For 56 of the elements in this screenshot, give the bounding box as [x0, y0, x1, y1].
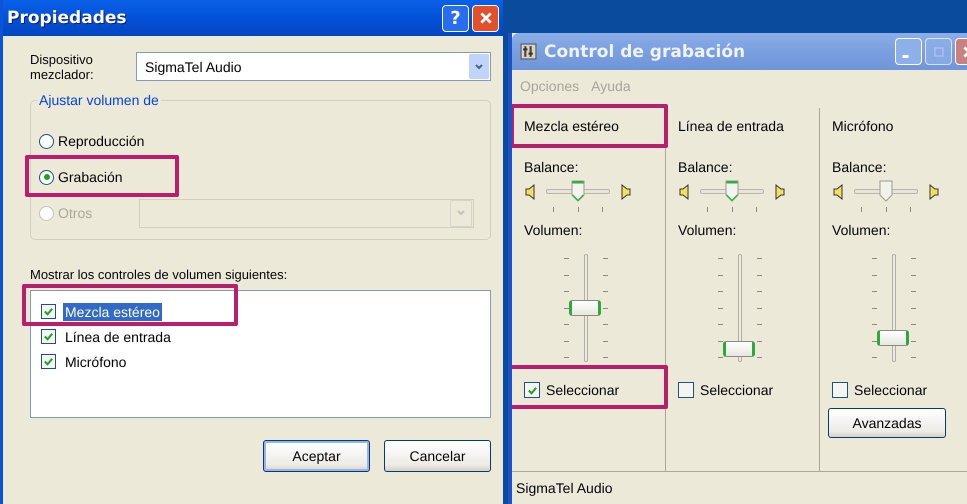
balance-slider[interactable]: [546, 180, 610, 214]
checkbox[interactable]: [41, 354, 56, 369]
column-header: Micrófono: [832, 118, 894, 134]
checkbox[interactable]: [41, 304, 56, 319]
checkbox[interactable]: [832, 382, 848, 398]
balance-slider[interactable]: [854, 180, 918, 214]
slider-thumb[interactable]: [725, 180, 739, 202]
window-title: Propiedades: [7, 8, 128, 28]
column-header: Línea de entrada: [678, 118, 784, 134]
mixer-icon: [520, 43, 537, 60]
slider-thumb[interactable]: [723, 341, 755, 358]
checkbox-label: Seleccionar: [700, 382, 774, 398]
dialog-button[interactable]: Aceptar: [263, 440, 370, 472]
slider-thumb[interactable]: [571, 180, 585, 202]
volume-slider[interactable]: [718, 254, 762, 362]
status-text: SigmaTel Audio: [516, 480, 613, 496]
volume-label: Volumen:: [832, 222, 892, 238]
minimize-icon: [902, 55, 909, 58]
help-button[interactable]: ?: [442, 4, 469, 32]
checkbox-label: Seleccionar: [854, 382, 928, 398]
list-item[interactable]: Mezcla estéreo: [63, 302, 162, 320]
balance-label: Balance:: [524, 159, 580, 175]
list-item[interactable]: Micrófono: [63, 352, 128, 370]
balance-slider[interactable]: [700, 180, 764, 214]
balance-label: Balance:: [678, 159, 734, 175]
list-label: Mostrar los controles de volumen siguientes:: [30, 267, 288, 282]
radio-option[interactable]: Reproducción: [39, 133, 151, 149]
group-legend: Ajustar volumen de: [37, 92, 161, 108]
volume-slider[interactable]: [872, 254, 916, 362]
dialog-button[interactable]: Cancelar: [384, 440, 491, 472]
slider-thumb[interactable]: [569, 300, 601, 316]
checkbox[interactable]: [524, 382, 540, 398]
close-button[interactable]: [472, 4, 499, 32]
checkbox[interactable]: [41, 329, 56, 344]
column-header: Mezcla estéreo: [524, 118, 619, 134]
check-icon: [43, 356, 54, 367]
advanced-button[interactable]: Avanzadas: [828, 408, 946, 438]
volume-slider[interactable]: [564, 254, 608, 362]
volume-label: Volumen:: [524, 222, 584, 238]
list-item[interactable]: Línea de entrada: [63, 328, 173, 346]
window-title: Control de grabación: [544, 42, 746, 62]
radio-option[interactable]: Grabación: [39, 169, 151, 185]
check-icon: [526, 384, 538, 396]
checkbox[interactable]: [678, 382, 694, 398]
slider-thumb[interactable]: [877, 330, 909, 346]
maximize-icon: [932, 46, 944, 58]
close-icon: [478, 11, 492, 25]
field-label: Dispositivo mezclador:: [30, 52, 95, 82]
balance-label: Balance:: [832, 159, 888, 175]
check-icon: [43, 331, 54, 342]
check-icon: [43, 306, 54, 317]
maximize-button[interactable]: [925, 38, 952, 65]
checkbox-label: Seleccionar: [546, 382, 620, 398]
volume-label: Volumen:: [678, 222, 738, 238]
minimize-button[interactable]: [895, 38, 922, 65]
device-dropdown[interactable]: SigmaTel Audio: [136, 52, 491, 81]
